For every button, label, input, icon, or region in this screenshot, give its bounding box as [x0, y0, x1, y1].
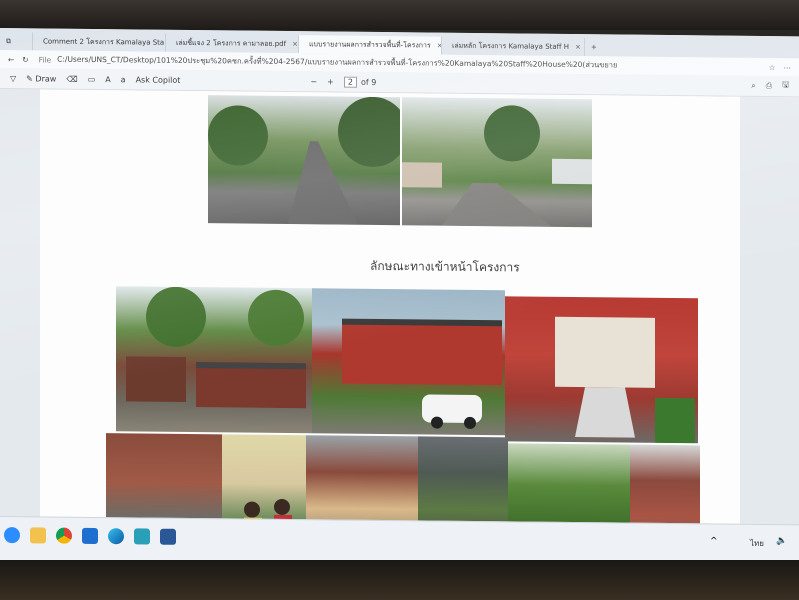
- language-indicator[interactable]: ไทย: [750, 537, 764, 550]
- pdf-page: ลักษณะทางเข้าหน้าโครงการ: [40, 89, 740, 564]
- tab-main-volume[interactable]: เล่มหลัก โครงการ Kamalaya Staff H ×: [442, 36, 585, 57]
- translate-icon[interactable]: a: [121, 75, 126, 84]
- zoom-out-icon[interactable]: −: [310, 77, 317, 86]
- volume-icon[interactable]: 🔈: [776, 536, 787, 546]
- figure-caption: ลักษณะทางเข้าหน้าโครงการ: [370, 258, 520, 275]
- monitor-bezel-bottom: [0, 560, 799, 600]
- tab-label: แบบรายงานผลการสำรวจพื้นที่-โครงการ: [309, 39, 431, 50]
- window-menu-icon[interactable]: ⧉: [0, 32, 33, 51]
- tab-label: Comment 2 โครงการ Kamalaya Sta: [43, 36, 165, 47]
- chrome-icon[interactable]: [56, 527, 72, 544]
- search-icon[interactable]: ⌕: [751, 81, 755, 91]
- file-explorer-icon[interactable]: [30, 527, 46, 544]
- file-scheme-label: File: [38, 54, 52, 65]
- close-icon[interactable]: ×: [292, 40, 298, 48]
- monitor-screen: ⧉ Comment 2 โครงการ Kamalaya Sta× เล่มชี…: [0, 28, 799, 573]
- back-icon[interactable]: ←: [8, 55, 14, 64]
- edge-icon[interactable]: [108, 528, 124, 545]
- zoom-icon[interactable]: [4, 527, 20, 544]
- chevron-up-icon[interactable]: ^: [710, 536, 718, 546]
- photo-entrance-road-2: [402, 97, 592, 228]
- store-icon[interactable]: [82, 527, 98, 545]
- page-number-input[interactable]: 2: [343, 76, 357, 88]
- photo-housing-stairs: [505, 296, 698, 444]
- read-aloud-icon[interactable]: A: [105, 75, 110, 84]
- view-icon[interactable]: ▭: [88, 74, 96, 83]
- tab-label: เล่มหลัก โครงการ Kamalaya Staff H: [452, 41, 569, 51]
- filter-icon[interactable]: ▽: [10, 74, 16, 83]
- save-icon[interactable]: 🖫: [782, 79, 789, 93]
- pdf-viewer: ลักษณะทางเข้าหน้าโครงการ: [0, 89, 799, 564]
- print-icon[interactable]: ⎙: [766, 81, 772, 91]
- favorite-star-icon[interactable]: ☆: [769, 63, 776, 72]
- tab-explanation[interactable]: เล่มชี้แจง 2 โครงการ คามาลอย.pdf ×: [166, 33, 299, 54]
- photo-housing-1: [116, 286, 312, 434]
- photo-entrance-road-1: [208, 95, 400, 226]
- word-icon[interactable]: [160, 528, 176, 545]
- tab-comment[interactable]: Comment 2 โครงการ Kamalaya Sta×: [33, 32, 166, 52]
- settings-more-icon[interactable]: ⋯: [784, 63, 792, 72]
- photos-icon[interactable]: [134, 528, 150, 545]
- tab-survey-report[interactable]: แบบรายงานผลการสำรวจพื้นที่-โครงการ ×: [299, 35, 442, 55]
- draw-label: Draw: [35, 73, 57, 84]
- page-total: of 9: [360, 77, 377, 87]
- erase-icon[interactable]: ⌫: [66, 74, 77, 83]
- refresh-icon[interactable]: ↻: [22, 55, 28, 64]
- zoom-in-icon[interactable]: +: [327, 77, 334, 86]
- photo-housing-2: [312, 288, 505, 436]
- ask-copilot-button[interactable]: Ask Copilot: [136, 75, 181, 84]
- monitor-bezel-top: [0, 0, 799, 30]
- draw-button[interactable]: ✎ Draw: [26, 74, 56, 83]
- tab-label: เล่มชี้แจง 2 โครงการ คามาลอย.pdf: [176, 38, 287, 48]
- new-tab-button[interactable]: +: [585, 38, 617, 56]
- close-icon[interactable]: ×: [575, 43, 581, 51]
